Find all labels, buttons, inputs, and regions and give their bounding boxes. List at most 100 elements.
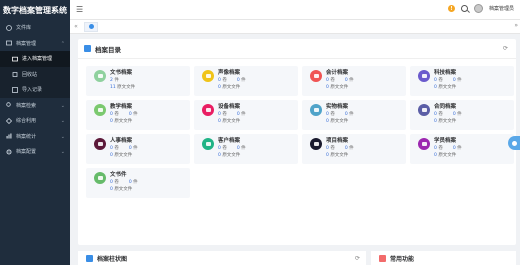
count-value: 0 (110, 112, 113, 117)
file-label: 原文文件 (222, 85, 241, 90)
refresh-icon[interactable]: ⟳ (503, 45, 508, 52)
count-value: 0 (452, 78, 456, 83)
tile-files: 0 原文文件 (110, 152, 190, 159)
catalog-header: 档案目录 ⟳ (78, 39, 516, 59)
bar-chart-title: 档案柱状图 (97, 255, 128, 263)
catalog-tile[interactable]: 人事档案 0 卷0 件0 原文文件 (86, 134, 190, 164)
count-value: 0 (344, 112, 348, 117)
catalog-tile[interactable]: 文书件 0 卷0 件0 原文文件 (86, 168, 190, 198)
tile-name: 声像档案 (218, 70, 241, 76)
tile-files: 11 原文文件 (110, 84, 190, 91)
top-right-actions: ! 档案管理员 (447, 4, 514, 13)
count-value: 0 (326, 78, 329, 83)
catalog-tile[interactable]: 客户档案 0 卷0 件0 原文文件 (194, 134, 298, 164)
tile-counts: 0 卷0 件 (434, 145, 514, 152)
catalog-tile[interactable]: 设备档案 0 卷0 件0 原文文件 (194, 100, 298, 130)
menu-toggle-icon[interactable]: ☰ (76, 5, 83, 14)
count-value: 0 (236, 78, 240, 83)
catalog-tile[interactable]: 合同档案 0 卷0 件0 原文文件 (410, 100, 514, 130)
sidebar-item-archive-search[interactable]: 档案检索 ⌄ (0, 98, 70, 114)
tile-counts: 0 卷0 件 (434, 111, 514, 118)
floating-help-button[interactable] (508, 136, 520, 150)
tab-home[interactable] (84, 21, 98, 32)
sidebar-item-library[interactable]: 文件库 (0, 20, 70, 36)
file-label: 原文文件 (222, 153, 241, 158)
tile-name: 设备档案 (218, 104, 241, 110)
catalog-tile[interactable]: 教学档案 0 卷0 件0 原文文件 (86, 100, 190, 130)
file-label: 原文文件 (438, 85, 457, 90)
tile-name: 实物档案 (326, 104, 349, 110)
tile-counts: 0 卷0 件 (326, 77, 406, 84)
catalog-tile[interactable]: 学员档案 0 卷0 件0 原文文件 (410, 134, 514, 164)
count-unit: 件 (349, 146, 354, 151)
sidebar-item-statistics[interactable]: 档案统计 ⌄ (0, 129, 70, 145)
chevron-down-icon: ⌄ (60, 118, 65, 124)
sidebar-item-archive-management[interactable]: 档案管理 ⌃ (0, 36, 70, 52)
tile-name: 合同档案 (434, 104, 457, 110)
count-value: 0 (326, 112, 329, 117)
tile-name: 项目档案 (326, 138, 349, 144)
count-unit: 卷 (330, 146, 335, 151)
avatar[interactable] (473, 4, 483, 13)
folder-icon (418, 70, 430, 82)
folder-icon (310, 138, 322, 150)
common-functions-title: 常用功能 (390, 255, 415, 263)
app-title: 数字档案管理系统 (0, 0, 70, 20)
search-icon[interactable] (460, 5, 468, 12)
count-value: 0 (110, 146, 113, 151)
chevron-down-icon: ⌄ (60, 102, 65, 109)
count-value: 0 (344, 78, 348, 83)
username[interactable]: 档案管理员 (489, 5, 514, 12)
folder-icon (94, 104, 106, 116)
catalog-tile[interactable]: 会计档案 0 卷0 件0 原文文件 (302, 66, 406, 96)
sidebar-item-utilization[interactable]: 综合利用 ⌄ (0, 113, 70, 129)
catalog-tile[interactable]: 实物档案 0 卷0 件0 原文文件 (302, 100, 406, 130)
folder-icon (94, 172, 106, 184)
folder-icon (310, 104, 322, 116)
count-unit: 件 (349, 112, 354, 117)
tile-counts: 0 卷0 件 (326, 145, 406, 152)
sidebar-item-recycle-bin[interactable]: 回收站 (0, 67, 70, 83)
sidebar-item-label: 导入记录 (22, 87, 43, 94)
tile-counts: 0 卷0 件 (218, 77, 298, 84)
catalog-title: 档案目录 (95, 45, 121, 54)
tile-files: 0 原文文件 (326, 84, 406, 91)
folder-icon (94, 70, 106, 82)
catalog-tile[interactable]: 项目档案 0 卷0 件0 原文文件 (302, 134, 406, 164)
tile-counts: 0 卷0 件 (326, 111, 406, 118)
catalog-tile[interactable]: 文书档案 2 件 11 原文文件 (86, 66, 190, 96)
help-icon (511, 140, 517, 146)
sidebar-item-import-records[interactable]: 导入记录 (0, 82, 70, 98)
catalog-icon (84, 45, 91, 52)
tile-counts: 0 卷0 件 (434, 77, 514, 84)
count-value: 0 (452, 146, 456, 151)
file-count: 0 (218, 85, 221, 90)
count-value: 0 (434, 112, 437, 117)
sidebar-item-label: 进入档案管理 (22, 56, 53, 63)
catalog-card: 档案目录 ⟳ 文书档案 2 件 11 原文文件 声像档案 0 卷0 件0 原文文件 会计档… (78, 39, 516, 245)
folder-icon (12, 56, 18, 62)
count-value: 0 (218, 146, 221, 151)
warning-icon[interactable]: ! (447, 5, 455, 12)
functions-icon (379, 254, 386, 262)
tabs-scroll-right-icon[interactable]: » (514, 22, 518, 29)
sidebar-item-label: 综合利用 (16, 118, 37, 125)
count-unit: 件 (133, 180, 138, 185)
count-unit: 卷 (222, 112, 227, 117)
sidebar-item-label: 档案检索 (16, 102, 37, 109)
sidebar-item-configuration[interactable]: 档案配置 ⌄ (0, 144, 70, 160)
file-label: 原文文件 (222, 119, 241, 124)
tile-files: 0 原文文件 (326, 118, 406, 125)
tile-counts: 0 卷0 件 (110, 111, 190, 118)
file-label: 原文文件 (114, 187, 133, 192)
sidebar: 数字档案管理系统 文件库 档案管理 ⌃ 进入档案管理 回收站 导入记录 档案检索… (0, 0, 70, 265)
refresh-icon[interactable]: ⟳ (355, 255, 360, 262)
catalog-tile[interactable]: 声像档案 0 卷0 件0 原文文件 (194, 66, 298, 96)
tile-files: 0 原文文件 (326, 152, 406, 159)
tabs-scroll-left-icon[interactable]: « (70, 23, 82, 30)
catalog-tile[interactable]: 科技档案 0 卷0 件0 原文文件 (410, 66, 514, 96)
sidebar-item-enter-archive[interactable]: 进入档案管理 (0, 51, 70, 67)
sidebar-item-label: 文件库 (16, 25, 32, 32)
tile-name: 科技档案 (434, 70, 457, 76)
folder-icon (418, 104, 430, 116)
